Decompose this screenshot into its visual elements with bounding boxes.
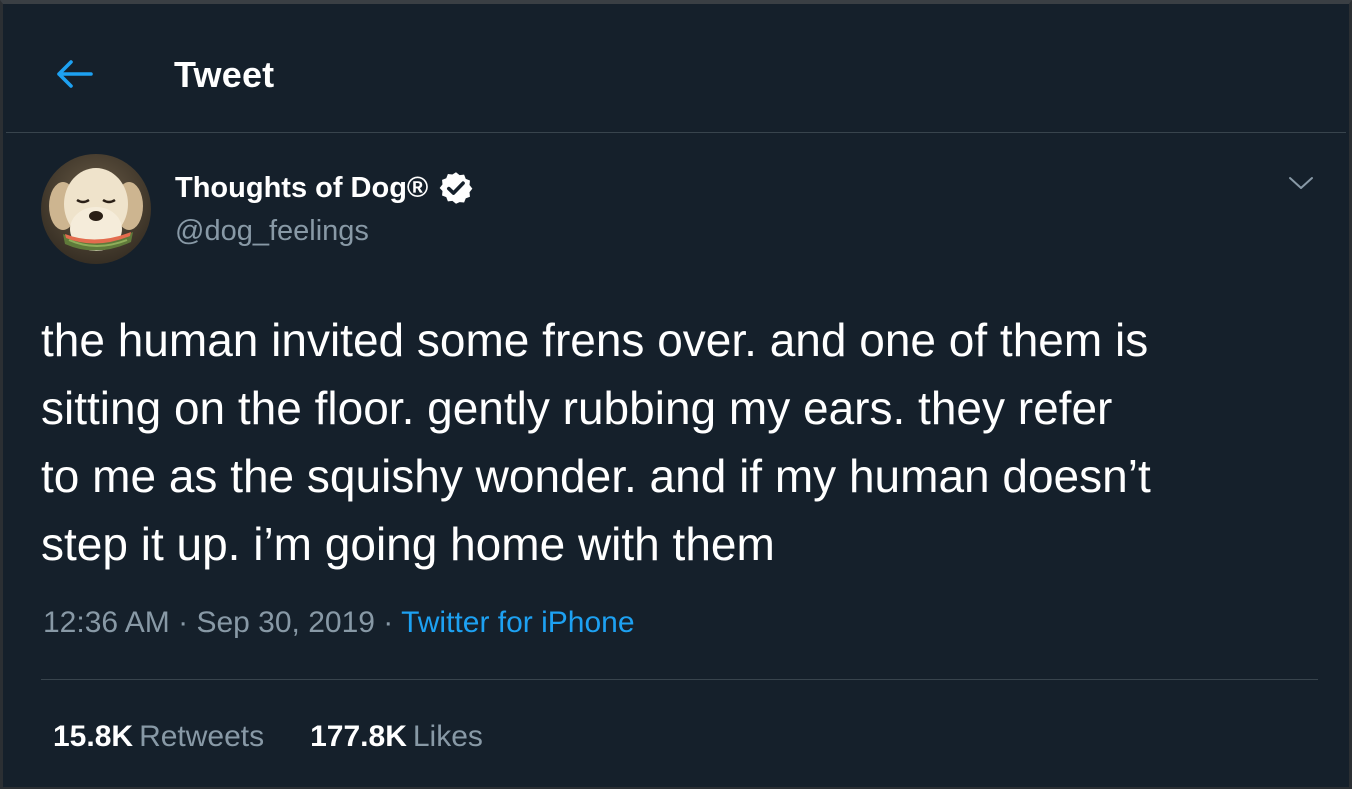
chevron-down-icon — [1289, 177, 1313, 189]
avatar[interactable] — [41, 154, 151, 264]
tweet-text-line: to me as the squishy wonder. and if my h… — [41, 450, 1151, 502]
retweets-label: Retweets — [139, 720, 265, 753]
tweet-text-line: step it up. i’m going home with them — [41, 518, 775, 570]
retweets-count: 15.8K — [53, 720, 134, 753]
tweet-source-link[interactable]: Twitter for iPhone — [401, 606, 634, 639]
tweet-text-line: sitting on the floor. gently rubbing my … — [41, 382, 1113, 434]
dog-avatar-image — [41, 154, 151, 264]
tweet-date[interactable]: Sep 30, 2019 — [196, 606, 375, 639]
tweet-text-line: the human invited some frens over. and o… — [41, 314, 1149, 366]
tweet-stats: 15.8K Retweets 177.8K Likes — [53, 720, 529, 754]
tweet-time[interactable]: 12:36 AM — [43, 606, 170, 639]
divider — [41, 679, 1318, 680]
page-header: Tweet — [6, 8, 1346, 133]
author-name-row[interactable]: Thoughts of Dog® — [175, 170, 474, 206]
tweet-text: the human invited some frens over. and o… — [41, 306, 1316, 578]
separator: · — [178, 606, 189, 639]
author-handle[interactable]: @dog_feelings — [175, 215, 369, 248]
tweet-window: Tweet Thoughts of Dog® @dog_feelings the… — [0, 0, 1352, 789]
verified-badge-icon — [439, 172, 473, 204]
likes-label: Likes — [412, 720, 483, 753]
retweets-stat[interactable]: 15.8K Retweets — [53, 720, 264, 754]
page-title: Tweet — [174, 54, 275, 95]
more-options-button[interactable] — [1279, 164, 1323, 202]
back-button[interactable] — [52, 52, 96, 96]
display-name: Thoughts of Dog® — [175, 171, 429, 204]
likes-stat[interactable]: 177.8K Likes — [310, 720, 483, 754]
arrow-left-icon — [57, 60, 93, 88]
separator: · — [383, 606, 394, 639]
tweet-metadata: 12:36 AM · Sep 30, 2019 · Twitter for iP… — [43, 606, 635, 640]
likes-count: 177.8K — [310, 720, 407, 753]
